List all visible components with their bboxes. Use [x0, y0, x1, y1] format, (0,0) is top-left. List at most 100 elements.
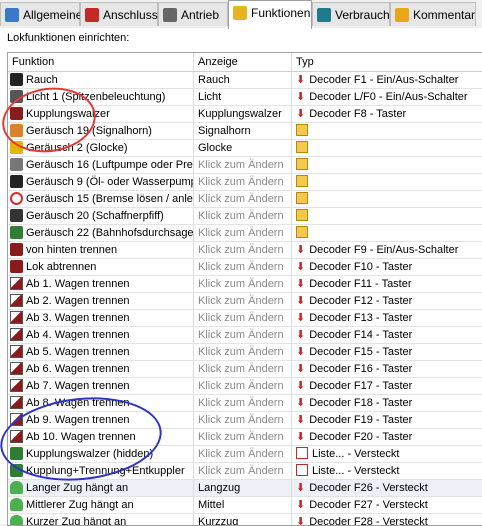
- column-header-typ[interactable]: Typ: [292, 53, 482, 71]
- cell-anzeige[interactable]: Klick zum Ändern: [194, 276, 292, 292]
- cell-anzeige[interactable]: Klick zum Ändern: [194, 191, 292, 207]
- cell-anzeige[interactable]: Klick zum Ändern: [194, 310, 292, 326]
- cell-anzeige[interactable]: Klick zum Ändern: [194, 361, 292, 377]
- cell-typ[interactable]: ⬇ Decoder F14 - Taster: [292, 327, 482, 343]
- table-row[interactable]: Geräusch 16 (Luftpumpe oder Pressl...Kli…: [8, 157, 482, 174]
- cell-typ[interactable]: [292, 191, 482, 207]
- cell-funktion[interactable]: Kurzer Zug hängt an: [8, 514, 194, 525]
- cell-typ[interactable]: ⬇ Decoder L/F0 - Ein/Aus-Schalter: [292, 89, 482, 105]
- cell-funktion[interactable]: Kupplungswalzer (hidden): [8, 446, 194, 462]
- cell-typ[interactable]: ⬇ Decoder F18 - Taster: [292, 395, 482, 411]
- cell-typ[interactable]: ⬇ Decoder F1 - Ein/Aus-Schalter: [292, 72, 482, 88]
- cell-anzeige[interactable]: Licht: [194, 89, 292, 105]
- table-row[interactable]: Geräusch 20 (Schaffnerpfiff) Klick zum Än…: [8, 208, 482, 225]
- cell-typ[interactable]: ⬇ Decoder F19 - Taster: [292, 412, 482, 428]
- cell-anzeige[interactable]: Klick zum Ändern: [194, 225, 292, 241]
- cell-funktion[interactable]: Ab 2. Wagen trennen: [8, 293, 194, 309]
- cell-typ[interactable]: [292, 157, 482, 173]
- table-row[interactable]: Mittlerer Zug hängt an Mittel ⬇ Decoder F27…: [8, 497, 482, 514]
- cell-anzeige[interactable]: Klick zum Ändern: [194, 327, 292, 343]
- cell-anzeige[interactable]: Klick zum Ändern: [194, 344, 292, 360]
- cell-funktion[interactable]: Geräusch 22 (Bahnhofsdurchsage #...: [8, 225, 194, 241]
- cell-funktion[interactable]: Ab 6. Wagen trennen: [8, 361, 194, 377]
- cell-typ[interactable]: ⬇ Decoder F15 - Taster: [292, 344, 482, 360]
- table-row[interactable]: Rauch Rauch ⬇ Decoder F1 - Ein/Aus-Schalter: [8, 72, 482, 89]
- cell-typ[interactable]: ⬇ Decoder F11 - Taster: [292, 276, 482, 292]
- cell-anzeige[interactable]: Rauch: [194, 72, 292, 88]
- cell-anzeige[interactable]: Klick zum Ändern: [194, 174, 292, 190]
- table-row[interactable]: von hinten trennen Klick zum Ändern ⬇ Decod…: [8, 242, 482, 259]
- table-row[interactable]: Ab 2. Wagen trennen Klick zum Ändern ⬇ Deco…: [8, 293, 482, 310]
- cell-funktion[interactable]: Geräusch 20 (Schaffnerpfiff): [8, 208, 194, 224]
- cell-funktion[interactable]: Ab 10. Wagen trennen: [8, 429, 194, 445]
- tab-allgemeines[interactable]: Allgemeines: [0, 2, 88, 26]
- tab-funktionen[interactable]: Funktionen: [228, 0, 312, 29]
- cell-funktion[interactable]: Ab 7. Wagen trennen: [8, 378, 194, 394]
- cell-anzeige[interactable]: Klick zum Ändern: [194, 412, 292, 428]
- cell-anzeige[interactable]: Langzug: [194, 480, 292, 496]
- table-row[interactable]: Ab 4. Wagen trennen Klick zum Ändern ⬇ Deco…: [8, 327, 482, 344]
- cell-funktion[interactable]: Mittlerer Zug hängt an: [8, 497, 194, 513]
- cell-funktion[interactable]: Geräusch 15 (Bremse lösen / anlegen): [8, 191, 194, 207]
- cell-typ[interactable]: Liste... - Versteckt: [292, 463, 482, 479]
- tab-antrieb[interactable]: Antrieb: [158, 2, 228, 26]
- table-row[interactable]: Geräusch 2 (Glocke) Glocke: [8, 140, 482, 157]
- cell-funktion[interactable]: Geräusch 2 (Glocke): [8, 140, 194, 156]
- cell-typ[interactable]: ⬇ Decoder F20 - Taster: [292, 429, 482, 445]
- cell-anzeige[interactable]: Mittel: [194, 497, 292, 513]
- cell-anzeige[interactable]: Klick zum Ändern: [194, 378, 292, 394]
- cell-typ[interactable]: ⬇ Decoder F8 - Taster: [292, 106, 482, 122]
- table-row[interactable]: Geräusch 9 (Öl- oder Wasserpumpe) Klick z…: [8, 174, 482, 191]
- cell-typ[interactable]: [292, 208, 482, 224]
- cell-funktion[interactable]: Rauch: [8, 72, 194, 88]
- cell-anzeige[interactable]: Klick zum Ändern: [194, 463, 292, 479]
- table-row[interactable]: Langer Zug hängt an Langzug ⬇ Decoder F26 -…: [8, 480, 482, 497]
- cell-funktion[interactable]: Ab 1. Wagen trennen: [8, 276, 194, 292]
- cell-anzeige[interactable]: Kurzzug: [194, 514, 292, 525]
- cell-typ[interactable]: ⬇ Decoder F27 - Versteckt: [292, 497, 482, 513]
- table-row[interactable]: Ab 3. Wagen trennen Klick zum Ändern ⬇ Deco…: [8, 310, 482, 327]
- cell-funktion[interactable]: Lok abtrennen: [8, 259, 194, 275]
- table-row[interactable]: Ab 8. Wagen trennen Klick zum Ändern ⬇ Deco…: [8, 395, 482, 412]
- table-row[interactable]: Ab 9. Wagen trennen Klick zum Ändern ⬇ Deco…: [8, 412, 482, 429]
- cell-anzeige[interactable]: Klick zum Ändern: [194, 293, 292, 309]
- cell-funktion[interactable]: Geräusch 16 (Luftpumpe oder Pressl...: [8, 157, 194, 173]
- cell-funktion[interactable]: Geräusch 9 (Öl- oder Wasserpumpe): [8, 174, 194, 190]
- cell-typ[interactable]: ⬇ Decoder F17 - Taster: [292, 378, 482, 394]
- cell-funktion[interactable]: Licht 1 (Spitzenbeleuchtung): [8, 89, 194, 105]
- cell-typ[interactable]: [292, 225, 482, 241]
- table-row[interactable]: Geräusch 22 (Bahnhofsdurchsage #... Klick…: [8, 225, 482, 242]
- table-row[interactable]: Lok abtrennen Klick zum Ändern ⬇ Decoder F1…: [8, 259, 482, 276]
- cell-anzeige[interactable]: Klick zum Ändern: [194, 429, 292, 445]
- tab-anschluss[interactable]: Anschluss: [80, 2, 158, 26]
- cell-anzeige[interactable]: Klick zum Ändern: [194, 208, 292, 224]
- cell-typ[interactable]: [292, 174, 482, 190]
- cell-funktion[interactable]: Ab 8. Wagen trennen: [8, 395, 194, 411]
- column-header-anzeige[interactable]: Anzeige: [194, 53, 292, 71]
- cell-anzeige[interactable]: Signalhorn: [194, 123, 292, 139]
- table-row[interactable]: Kupplung+Trennung+Entkuppler Klick zum Än…: [8, 463, 482, 480]
- cell-funktion[interactable]: Kupplung+Trennung+Entkuppler: [8, 463, 194, 479]
- cell-funktion[interactable]: Langer Zug hängt an: [8, 480, 194, 496]
- cell-typ[interactable]: ⬇ Decoder F28 - Versteckt: [292, 514, 482, 525]
- table-row[interactable]: Ab 10. Wagen trennen Klick zum Ändern ⬇ Dec…: [8, 429, 482, 446]
- table-row[interactable]: Kupplungswalzer Kupplungswalzer ⬇ Decoder F…: [8, 106, 482, 123]
- table-row[interactable]: Geräusch 19 (Signalhorn) Signalhorn: [8, 123, 482, 140]
- cell-funktion[interactable]: Ab 9. Wagen trennen: [8, 412, 194, 428]
- cell-funktion[interactable]: Kupplungswalzer: [8, 106, 194, 122]
- cell-funktion[interactable]: Ab 3. Wagen trennen: [8, 310, 194, 326]
- cell-funktion[interactable]: Ab 5. Wagen trennen: [8, 344, 194, 360]
- cell-typ[interactable]: ⬇ Decoder F26 - Versteckt: [292, 480, 482, 496]
- cell-typ[interactable]: Liste... - Versteckt: [292, 446, 482, 462]
- tab-kommentar[interactable]: Kommentar: [390, 2, 476, 26]
- table-row[interactable]: Kurzer Zug hängt an Kurzzug ⬇ Decoder F28 -…: [8, 514, 482, 525]
- table-row[interactable]: Ab 1. Wagen trennen Klick zum Ändern ⬇ Deco…: [8, 276, 482, 293]
- cell-anzeige[interactable]: Klick zum Ändern: [194, 157, 292, 173]
- cell-typ[interactable]: ⬇ Decoder F16 - Taster: [292, 361, 482, 377]
- cell-anzeige[interactable]: Klick zum Ändern: [194, 446, 292, 462]
- table-row[interactable]: Licht 1 (Spitzenbeleuchtung) Licht ⬇ Decode…: [8, 89, 482, 106]
- column-header-funktion[interactable]: Funktion: [8, 53, 194, 71]
- cell-typ[interactable]: ⬇ Decoder F10 - Taster: [292, 259, 482, 275]
- cell-anzeige[interactable]: Klick zum Ändern: [194, 242, 292, 258]
- table-row[interactable]: Geräusch 15 (Bremse lösen / anlegen)Klic…: [8, 191, 482, 208]
